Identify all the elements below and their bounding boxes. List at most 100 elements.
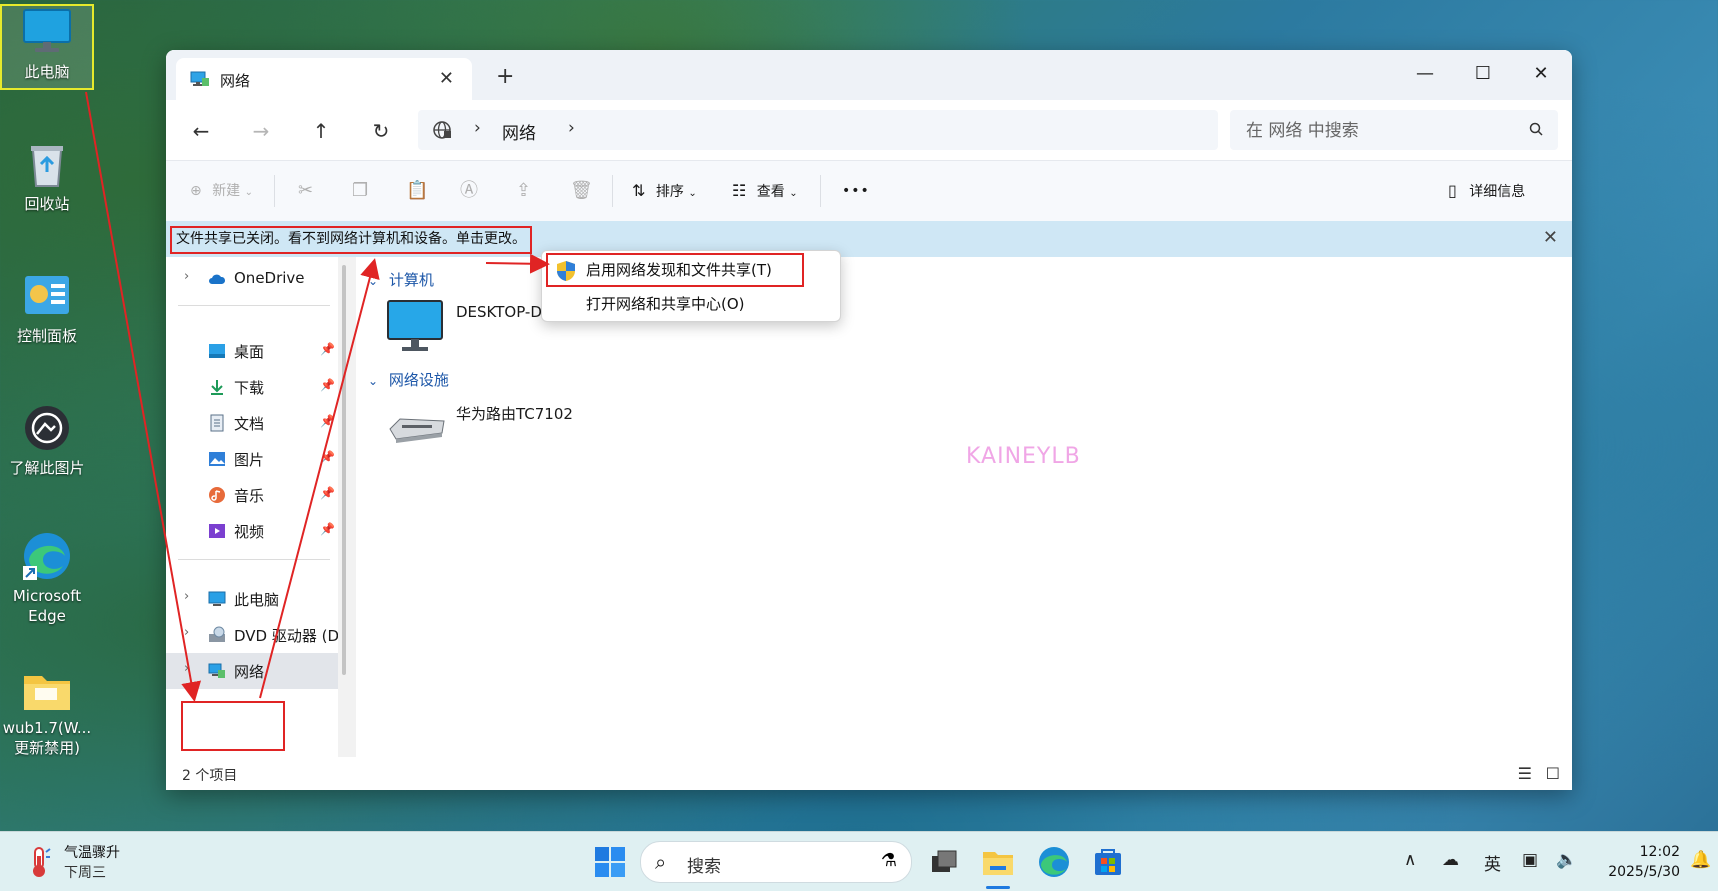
chevron-up-icon[interactable]: ∧: [1404, 850, 1416, 870]
thermometer-icon: [26, 846, 52, 882]
sidebar-item-this-pc[interactable]: › 此电脑: [166, 581, 338, 617]
tab-network[interactable]: 网络 ✕: [176, 58, 472, 100]
pin-icon[interactable]: 📌: [320, 486, 335, 500]
view-button[interactable]: ☷ 查看 ⌄: [732, 179, 798, 203]
back-button[interactable]: ←: [186, 116, 216, 146]
task-view-button[interactable]: [926, 844, 962, 880]
pin-icon[interactable]: 📌: [320, 342, 335, 356]
sort-icon: ⇅: [632, 181, 646, 200]
close-window-button[interactable]: ✕: [1512, 58, 1570, 90]
edge-icon: [21, 530, 73, 582]
breadcrumb-network[interactable]: 网络: [502, 119, 536, 144]
file-explorer-window: 网络 ✕ + — ☐ ✕ ← → ↑ ↻ › 网络 › ⊕ 新建: [166, 50, 1572, 790]
sidebar-item-onedrive[interactable]: › OneDrive: [166, 261, 338, 297]
tiles-view-icon[interactable]: ☐: [1546, 764, 1560, 783]
minimize-button[interactable]: —: [1396, 58, 1454, 90]
pin-icon[interactable]: 📌: [320, 450, 335, 464]
cloud-icon: [208, 270, 226, 288]
desktop-icon-control-panel[interactable]: 控制面板: [2, 270, 92, 346]
new-button[interactable]: ⊕ 新建 ⌄: [190, 179, 253, 203]
info-bar[interactable]: 文件共享已关闭。看不到网络计算机和设备。单击更改。 ✕: [166, 221, 1572, 257]
search-box[interactable]: [1230, 110, 1558, 152]
menu-item-enable-network-discovery[interactable]: 启用网络发现和文件共享(T): [546, 253, 804, 287]
network-icon: [208, 662, 226, 680]
edge-taskbar-button[interactable]: [1036, 844, 1072, 880]
sidebar-item-documents[interactable]: 文档 📌: [166, 405, 338, 441]
desktop-icon-learn-image[interactable]: 了解此图片: [2, 402, 92, 478]
group-header-network-infrastructure[interactable]: ⌄ 网络设施: [368, 369, 449, 390]
breadcrumb-separator[interactable]: ›: [568, 118, 575, 138]
status-bar: 2 个项目 ☰ ☐: [166, 758, 1572, 790]
router-item[interactable]: 华为路由TC7102: [386, 399, 636, 459]
start-button[interactable]: [592, 844, 628, 880]
sidebar-item-music[interactable]: 音乐 📌: [166, 477, 338, 513]
sidebar-item-dvd-drive[interactable]: › DVD 驱动器 (D:: [166, 617, 344, 653]
sidebar-item-network[interactable]: › 网络: [166, 653, 338, 689]
delete-icon[interactable]: 🗑: [570, 179, 593, 203]
pin-icon[interactable]: 📌: [320, 414, 335, 428]
title-bar: 网络 ✕ + — ☐ ✕: [166, 50, 1572, 100]
desktop-icon-wub[interactable]: wub1.7(W... 更新禁用): [2, 668, 92, 758]
volume-icon[interactable]: 🔈: [1556, 850, 1577, 870]
desktop-icon-this-pc[interactable]: 此电脑: [0, 4, 94, 90]
desktop-icon-recycle-bin[interactable]: 回收站: [2, 138, 92, 214]
new-tab-button[interactable]: +: [496, 64, 514, 89]
cut-icon[interactable]: ✂: [298, 179, 313, 203]
info-bar-close-button[interactable]: ✕: [1543, 227, 1558, 248]
search-input[interactable]: [1230, 110, 1528, 152]
refresh-button[interactable]: ↻: [366, 116, 396, 146]
up-button[interactable]: ↑: [306, 116, 336, 146]
copy-icon[interactable]: ❐: [352, 179, 368, 203]
chevron-right-icon[interactable]: ›: [184, 269, 189, 284]
details-pane-button[interactable]: ▯ 详细信息: [1448, 179, 1525, 203]
info-bar-message[interactable]: 文件共享已关闭。看不到网络计算机和设备。单击更改。: [170, 226, 532, 254]
desktop-icon-label: wub1.7(W...: [2, 719, 92, 737]
menu-item-open-sharing-center[interactable]: 打开网络和共享中心(O): [548, 289, 834, 319]
cloud-offline-icon[interactable]: ☁: [1442, 850, 1459, 870]
globe-icon: [432, 120, 452, 140]
maximize-button[interactable]: ☐: [1454, 58, 1512, 90]
notification-bell-icon[interactable]: 🔔: [1690, 850, 1711, 870]
breadcrumb-separator[interactable]: ›: [474, 118, 481, 138]
tab-close-button[interactable]: ✕: [439, 68, 454, 89]
sidebar-item-videos[interactable]: 视频 📌: [166, 513, 338, 549]
view-icon: ☷: [732, 181, 747, 200]
pin-icon[interactable]: 📌: [320, 522, 335, 536]
active-app-indicator: [986, 886, 1010, 889]
paste-icon[interactable]: 📋: [406, 179, 428, 203]
weather-widget[interactable]: 气温骤升 下周三: [26, 842, 146, 882]
taskbar-search[interactable]: ⌕ 搜索 ⚗: [640, 841, 912, 883]
desktop-icon-edge[interactable]: Microsoft Edge: [2, 530, 92, 626]
network-status-icon[interactable]: ▣: [1522, 850, 1538, 870]
ime-indicator[interactable]: 英: [1484, 850, 1501, 875]
view-label: 查看: [756, 184, 785, 200]
desktop-icon-label: 控制面板: [16, 327, 77, 345]
sidebar-divider: [178, 305, 330, 306]
sidebar-item-downloads[interactable]: 下载 📌: [166, 369, 338, 405]
router-icon: [386, 399, 446, 455]
plus-circle-icon: ⊕: [190, 183, 202, 199]
details-view-icon[interactable]: ☰: [1518, 764, 1532, 783]
chevron-right-icon[interactable]: ›: [184, 625, 189, 640]
address-bar[interactable]: › 网络 ›: [418, 110, 1218, 150]
taskbar: 气温骤升 下周三 ⌕ 搜索 ⚗ ∧ ☁ 英 ▣ 🔈 12:02 2025/5/3…: [0, 831, 1718, 891]
pane-splitter[interactable]: [338, 257, 356, 757]
more-options-button[interactable]: •••: [842, 179, 870, 203]
monitor-icon: [208, 590, 226, 608]
sidebar-item-desktop[interactable]: 桌面 📌: [166, 333, 338, 369]
chevron-right-icon[interactable]: ›: [184, 589, 189, 604]
share-icon[interactable]: ⇪: [516, 179, 531, 203]
sort-button[interactable]: ⇅ 排序 ⌄: [632, 179, 697, 203]
store-taskbar-button[interactable]: [1090, 844, 1126, 880]
rename-icon[interactable]: Ⓐ: [460, 179, 478, 203]
file-explorer-taskbar-button[interactable]: [980, 844, 1016, 880]
chevron-down-icon: ⌄: [688, 188, 697, 199]
sidebar-scrollbar[interactable]: [342, 265, 346, 675]
pin-icon[interactable]: 📌: [320, 378, 335, 392]
chevron-right-icon[interactable]: ›: [184, 661, 189, 676]
forward-button[interactable]: →: [246, 116, 276, 146]
dvd-drive-icon: [208, 626, 226, 644]
system-clock[interactable]: 12:02 2025/5/30: [1590, 842, 1680, 882]
sidebar-item-pictures[interactable]: 图片 📌: [166, 441, 338, 477]
group-header-computers[interactable]: ⌄ 计算机: [368, 269, 434, 290]
